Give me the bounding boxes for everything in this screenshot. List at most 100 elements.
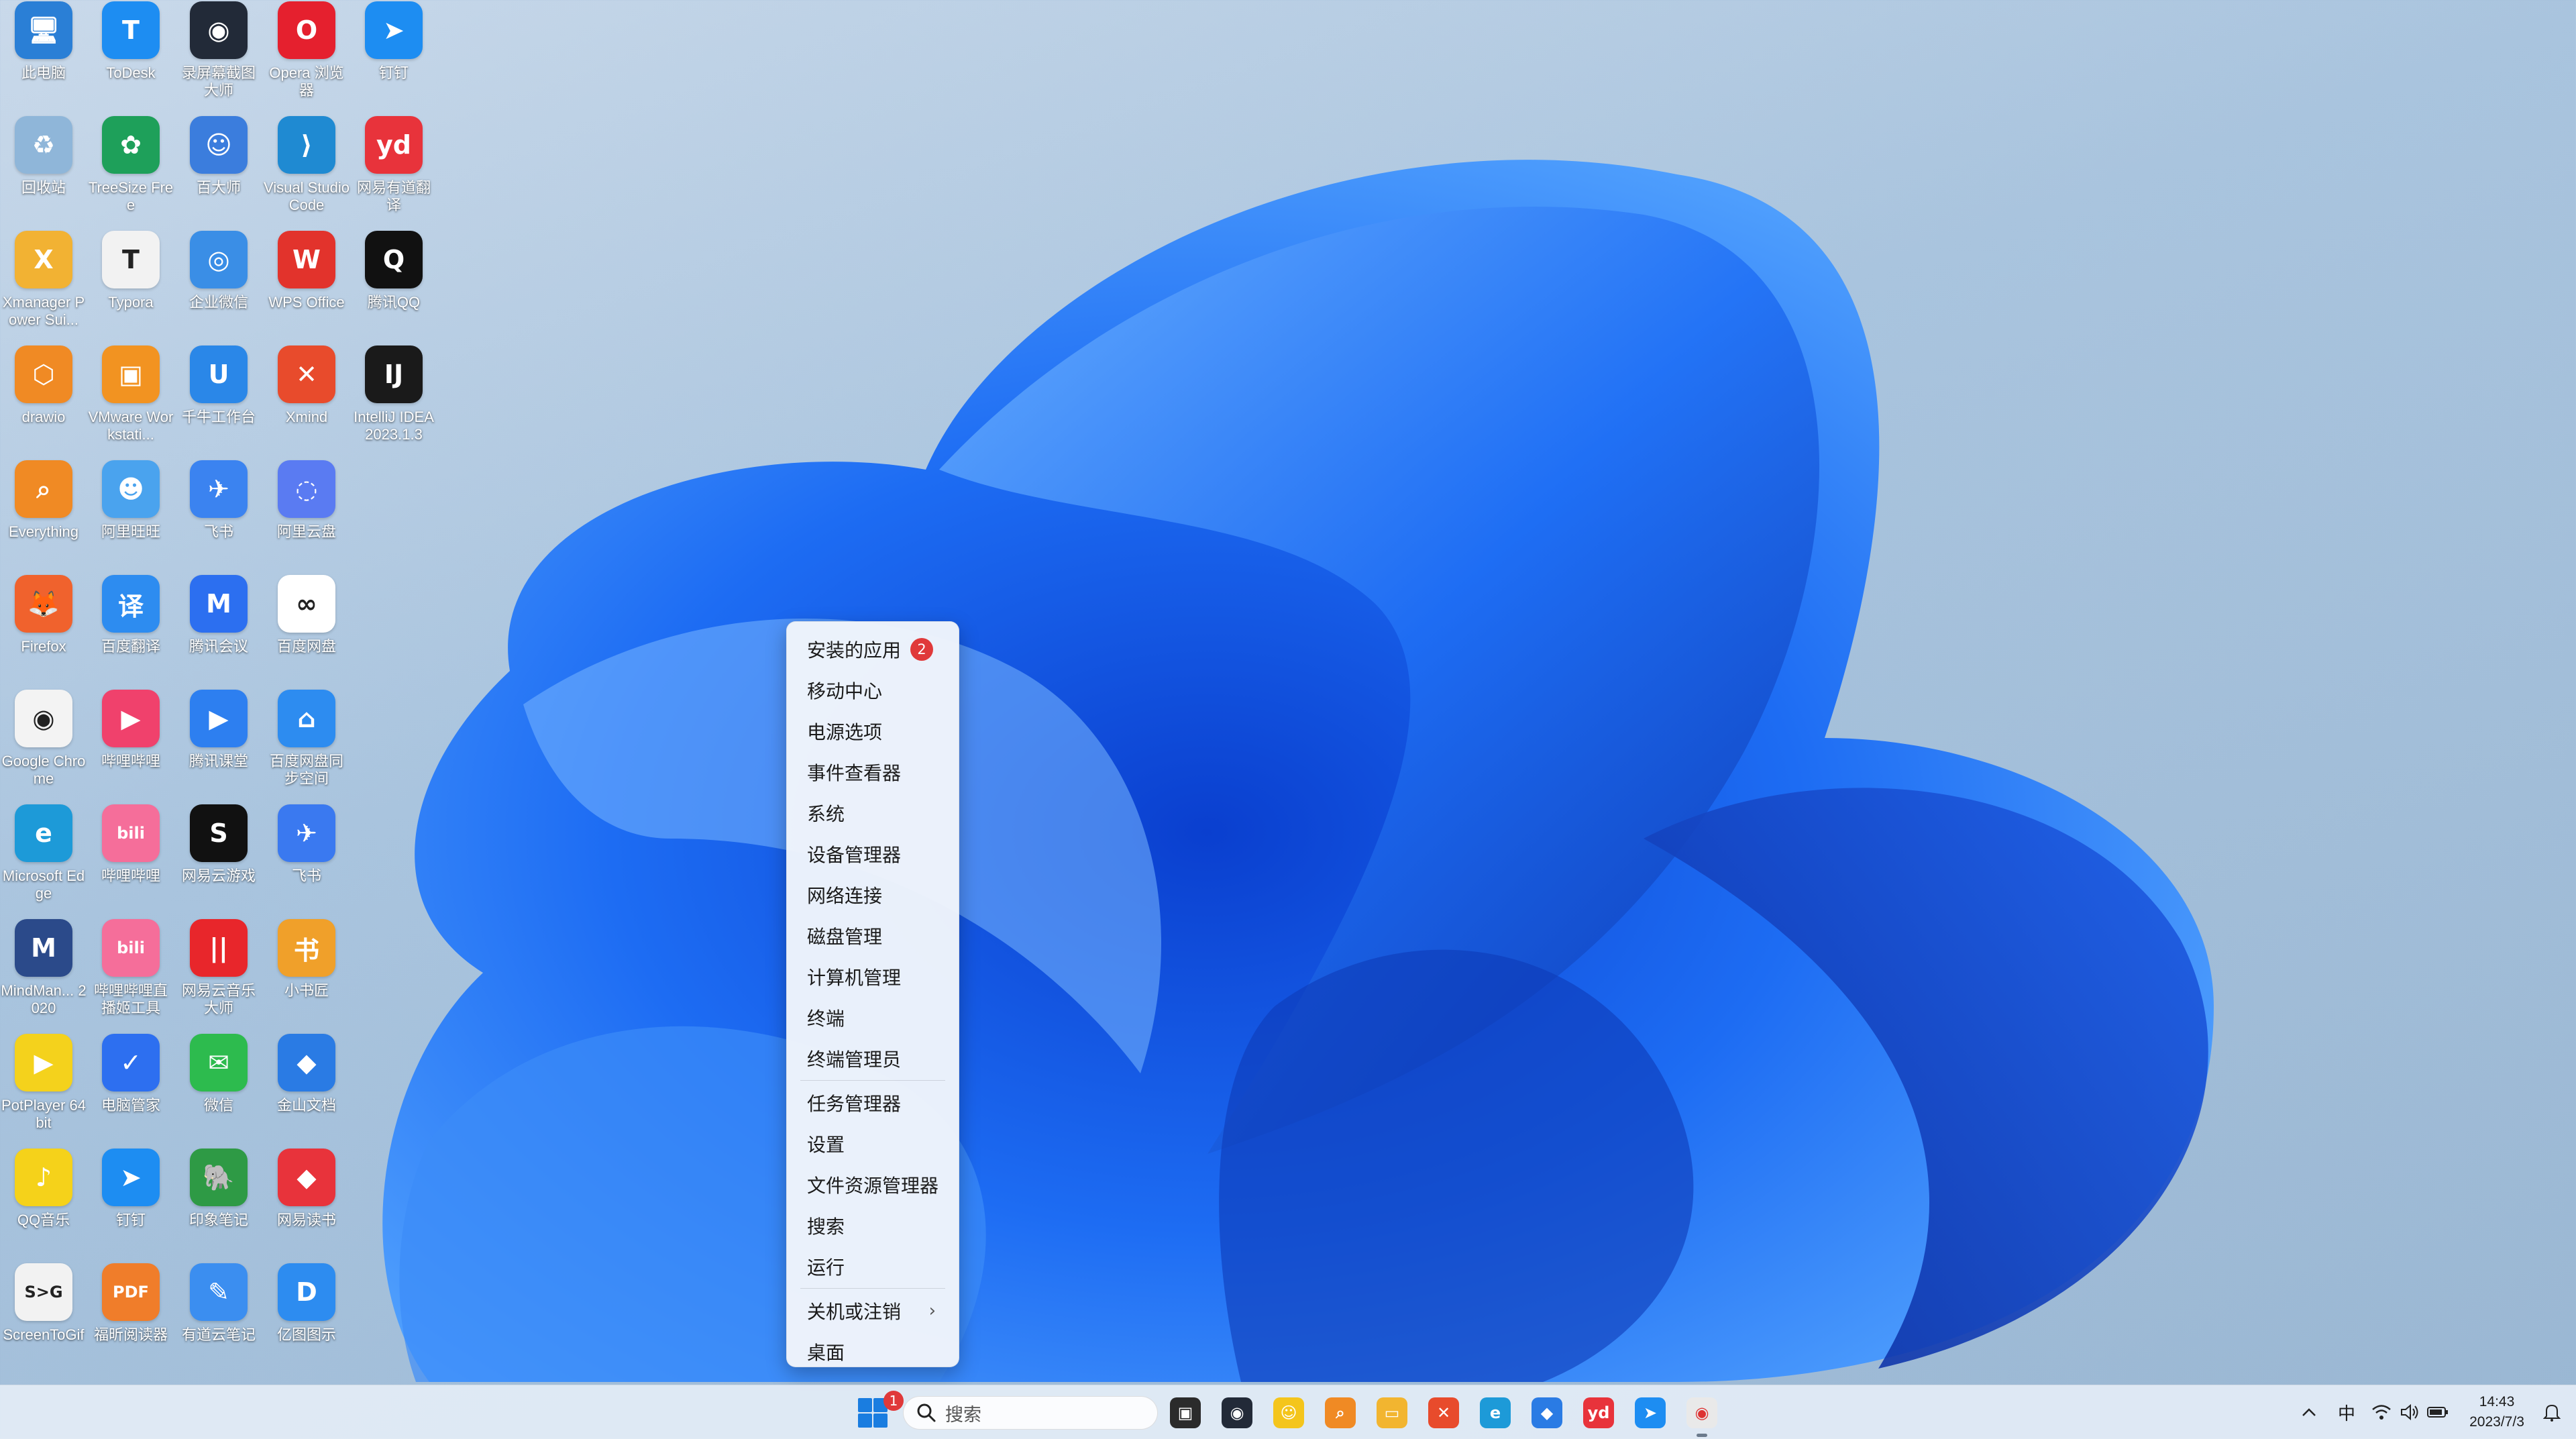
desktop-icon[interactable]: Q 腾讯QQ [350,229,437,343]
desktop-icon[interactable]: ▣ VMware Workstati... [87,344,174,458]
desktop-icon[interactable]: ♻ 回收站 [0,115,87,229]
desktop-icon[interactable]: X Xmanager Power Sui... [0,229,87,343]
menu-item[interactable]: 磁盘管理 [791,915,955,956]
app-icon: ✿ [102,116,160,174]
desktop-icon[interactable]: ◎ 企业微信 [175,229,262,343]
desktop-icon[interactable]: ☺ 百大师 [175,115,262,229]
menu-item[interactable]: 桌面 [791,1331,955,1372]
desktop-icon[interactable]: M MindMan... 2020 [0,918,87,1032]
desktop-icon[interactable]: ✕ Xmind [263,344,350,458]
desktop-icon[interactable]: 译百度翻译 [87,574,174,688]
wifi-icon[interactable] [2368,1399,2395,1426]
desktop-icon[interactable]: M 腾讯会议 [175,574,262,688]
desktop-icon[interactable]: ⌂ 百度网盘同步空间 [263,688,350,802]
taskbar-app-youdao[interactable]: yd [1583,1397,1614,1428]
desktop-icon[interactable]: ▶ 哔哩哔哩 [87,688,174,802]
desktop-icon[interactable]: ◆ 网易读书 [263,1147,350,1261]
desktop-icon[interactable]: D 亿图图示 [263,1262,350,1376]
desktop-icon[interactable]: ▶ 腾讯课堂 [175,688,262,802]
menu-item[interactable]: 任务管理器 [791,1082,955,1123]
menu-item[interactable]: 终端管理员 [791,1038,955,1079]
desktop-icon[interactable]: ◉ Google Chrome [0,688,87,802]
menu-item[interactable]: 移动中心 [791,670,955,710]
desktop-icon[interactable]: ✓ 电脑管家 [87,1032,174,1147]
desktop-icon[interactable]: || 网易云音乐大师 [175,918,262,1032]
desktop-icon[interactable]: T Typora [87,229,174,343]
desktop-icon-label: 小书匠 [284,982,329,999]
taskbar-app-edge[interactable]: e [1480,1397,1511,1428]
desktop-icon[interactable]: O Opera 浏览器 [263,0,350,114]
taskbar-app-dingtalk[interactable]: ➤ [1635,1397,1666,1428]
desktop-icon[interactable]: ⟩ Visual Studio Code [263,115,350,229]
desktop-icon[interactable]: ✈ 飞书 [263,803,350,917]
menu-item[interactable]: 设备管理器 [791,833,955,874]
desktop-icon[interactable]: ✎ 有道云笔记 [175,1262,262,1376]
desktop-icon[interactable]: IJ IntelliJ IDEA 2023.1.3 [350,344,437,458]
desktop-icon-label: 钉钉 [115,1212,146,1228]
menu-item[interactable]: 搜索 [791,1205,955,1246]
menu-item[interactable]: 计算机管理 [791,956,955,997]
desktop-icon[interactable]: bili 哔哩哔哩直播姬工具 [87,918,174,1032]
menu-item[interactable]: 终端 [791,997,955,1038]
system-clock[interactable]: 14:43 2023/7/3 [2455,1392,2538,1432]
desktop-icon-label: ScreenToGif [3,1326,85,1343]
volume-icon[interactable] [2396,1399,2423,1426]
menu-item[interactable]: 文件资源管理器 [791,1164,955,1205]
menu-item[interactable]: 系统 [791,792,955,833]
desktop-icon[interactable]: ◉ 录屏幕截图大师 [175,0,262,114]
taskbar-search-box[interactable]: 搜索 [903,1396,1158,1430]
menu-item[interactable]: 安装的应用 2 [791,629,955,670]
desktop-icon[interactable]: e Microsoft Edge [0,803,87,917]
desktop-icon[interactable]: ✉ 微信 [175,1032,262,1147]
taskbar-app-file-explorer[interactable]: ▭ [1377,1397,1407,1428]
desktop-icon-label: MindMan... 2020 [1,982,87,1016]
desktop-icon[interactable]: PDF 福昕阅读器 [87,1262,174,1376]
desktop-icon[interactable]: ◌ 阿里云盘 [263,459,350,573]
desktop-icon[interactable]: 🖥 此电脑 [0,0,87,114]
app-icon: ➤ [102,1149,160,1206]
menu-item[interactable]: 事件查看器 [791,751,955,792]
menu-separator [800,1288,945,1289]
desktop-icon[interactable]: ♪ QQ音乐 [0,1147,87,1261]
menu-item[interactable]: 关机或注销 › [791,1290,955,1331]
desktop-icon[interactable]: ☻ 阿里旺旺 [87,459,174,573]
desktop-icon[interactable]: U 千牛工作台 [175,344,262,458]
desktop-icon[interactable]: ⌕ Everything [0,459,87,573]
taskbar-app-task-view[interactable]: ▣ [1170,1397,1201,1428]
menu-item[interactable]: 设置 [791,1123,955,1164]
taskbar-app-kingsoft-docs[interactable]: ◆ [1532,1397,1562,1428]
desktop-icon[interactable]: S>G ScreenToGif [0,1262,87,1376]
desktop-icon[interactable]: 🦊 Firefox [0,574,87,688]
menu-item[interactable]: 运行 [791,1246,955,1287]
menu-item[interactable]: 网络连接 [791,874,955,915]
battery-icon[interactable] [2424,1399,2451,1426]
taskbar-app-sticky[interactable]: ☺ [1273,1397,1304,1428]
desktop-icon[interactable]: bili 哔哩哔哩 [87,803,174,917]
show-hidden-icons-chevron[interactable] [2296,1399,2322,1426]
desktop-icon[interactable]: ∞ 百度网盘 [263,574,350,688]
desktop-icon[interactable]: T ToDesk [87,0,174,114]
desktop-icon[interactable]: ▶ PotPlayer 64 bit [0,1032,87,1147]
input-method-indicator[interactable]: 中 [2332,1399,2361,1426]
taskbar-app-chrome[interactable]: ◉ [1686,1397,1717,1428]
desktop-icon-label: 哔哩哔哩 [101,753,160,769]
desktop-icon[interactable]: ➤ 钉钉 [350,0,437,114]
app-icon: bili [102,919,160,977]
desktop-icon[interactable]: ✈ 飞书 [175,459,262,573]
notification-center-button[interactable] [2538,1399,2565,1426]
desktop-icon[interactable]: W WPS Office [263,229,350,343]
desktop-icon[interactable]: ✿ TreeSize Free [87,115,174,229]
taskbar-app-everything[interactable]: ⌕ [1325,1397,1356,1428]
desktop-icon[interactable]: S 网易云游戏 [175,803,262,917]
desktop-icon[interactable]: 书小书匠 [263,918,350,1032]
desktop-icon[interactable]: yd 网易有道翻译 [350,115,437,229]
taskbar: 1 搜索 ▣ ◉ ☺ ⌕ ▭ ✕ e ◆ yd ➤ ◉ 中 14:43 2023/7/3 [0,1385,2576,1439]
menu-item[interactable]: 电源选项 [791,710,955,751]
taskbar-app-xmind[interactable]: ✕ [1428,1397,1459,1428]
app-icon: ∞ [278,575,335,633]
desktop-icon[interactable]: 🐘 印象笔记 [175,1147,262,1261]
desktop-icon[interactable]: ⬡ drawio [0,344,87,458]
desktop-icon[interactable]: ➤ 钉钉 [87,1147,174,1261]
desktop-icon[interactable]: ◆ 金山文档 [263,1032,350,1147]
taskbar-app-screen-recorder[interactable]: ◉ [1222,1397,1252,1428]
